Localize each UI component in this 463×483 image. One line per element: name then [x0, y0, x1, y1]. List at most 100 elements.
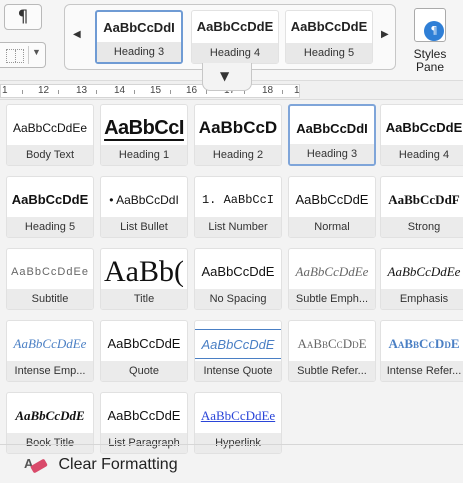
ruler-number: 14 — [114, 85, 126, 96]
style-sample: AaBb( — [104, 257, 184, 287]
style-list-bullet[interactable]: • AaBbCcDdI List Bullet — [100, 176, 188, 238]
style-subtitle[interactable]: AaBbCcDdEe Subtitle — [6, 248, 94, 310]
style-label: Book Title — [7, 433, 93, 453]
style-sample: AaBbCcDdE — [295, 192, 369, 207]
borders-icon — [6, 49, 24, 63]
style-label: Subtle Emph... — [289, 289, 375, 309]
ruler-tick — [134, 90, 135, 94]
chevron-down-icon[interactable]: ▼ — [32, 47, 41, 57]
ruler-tick — [96, 90, 97, 94]
style-subtle-refer[interactable]: AaBbCcDdE Subtle Refer... — [288, 320, 376, 382]
style-sample: AaBbCcDdF — [388, 192, 460, 207]
styles-grid: AaBbCcDdEe Body Text AaBbCcI Heading 1 AaBbC… — [0, 104, 463, 454]
style-body-text[interactable]: AaBbCcDdEe Body Text — [6, 104, 94, 166]
style-normal[interactable]: AaBbCcDdE Normal — [288, 176, 376, 238]
style-sample: AaBbCcDdE — [297, 336, 367, 351]
style-sample: AaBbCcDdI — [296, 121, 368, 136]
style-sample: AaBbCcDdE — [201, 264, 275, 279]
style-title[interactable]: AaBb(Title — [100, 248, 188, 310]
style-sample: AaBbCcI — [104, 117, 184, 139]
style-intense-emp[interactable]: AaBbCcDdEe Intense Emp... — [6, 320, 94, 382]
style-quote[interactable]: AaBbCcDdE Quote — [100, 320, 188, 382]
gallery-expand-tab[interactable]: ▼ — [202, 63, 252, 91]
gallery-style-heading-3[interactable]: AaBbCcDdI Heading 3 — [95, 10, 183, 64]
style-label: Heading 5 — [7, 217, 93, 237]
ruler-number: 12 — [38, 85, 50, 96]
style-heading-3[interactable]: AaBbCcDdI Heading 3 — [288, 104, 376, 166]
style-heading-4[interactable]: AaBbCcDdE Heading 4 — [380, 104, 463, 166]
style-label: List Number — [195, 217, 281, 237]
clear-formatting-button[interactable]: A Clear Formatting — [24, 454, 178, 476]
show-formatting-button[interactable]: ¶ — [4, 4, 42, 30]
style-sample: 1. AaBbCcI — [201, 193, 274, 207]
style-strong[interactable]: AaBbCcDdF Strong — [380, 176, 463, 238]
style-label: Subtle Refer... — [289, 361, 375, 381]
style-sample: AaBbCcDdEe — [387, 264, 461, 279]
clear-formatting-label: Clear Formatting — [58, 456, 178, 473]
gallery-style-heading-4[interactable]: AaBbCcDdE Heading 4 — [191, 10, 279, 64]
ruler-tick — [170, 90, 171, 94]
style-label: Heading 3 — [97, 42, 181, 62]
gallery-prev-icon[interactable]: ◀ — [73, 29, 81, 40]
style-label: Title — [101, 289, 187, 309]
style-label: Emphasis — [381, 289, 463, 309]
style-sample: AaBbCcDdEe — [295, 264, 369, 279]
pilcrow-icon: ¶ — [17, 7, 29, 27]
style-label: Intense Quote — [195, 361, 281, 381]
style-emphasis[interactable]: AaBbCcDdEe Emphasis — [380, 248, 463, 310]
styles-gallery: ◀ AaBbCcDdI Heading 3 AaBbCcDdE Heading … — [64, 4, 396, 70]
style-label: Subtitle — [7, 289, 93, 309]
style-sample: AaBbCcDdI — [103, 20, 175, 35]
style-sample: AaBbCcDdE — [196, 19, 274, 34]
style-heading-5[interactable]: AaBbCcDdE Heading 5 — [6, 176, 94, 238]
ruler-number: 16 — [186, 85, 198, 96]
ruler-tick — [282, 90, 283, 94]
style-intense-refer[interactable]: AaBbCcDdE Intense Refer... — [380, 320, 463, 382]
style-label: Heading 5 — [286, 43, 372, 63]
eraser-icon: A — [24, 456, 48, 474]
style-label: Heading 3 — [290, 144, 374, 164]
style-subtle-emph[interactable]: AaBbCcDdEe Subtle Emph... — [288, 248, 376, 310]
styles-pane-icon: ¶ — [414, 8, 446, 42]
style-label: Intense Refer... — [381, 361, 463, 381]
style-label: Heading 1 — [101, 145, 187, 165]
style-sample: AaBbCcDdEe — [200, 408, 276, 423]
style-sample: AaBbCcDdEe — [12, 121, 88, 135]
style-label: Intense Emp... — [7, 361, 93, 381]
style-no-spacing[interactable]: AaBbCcDdE No Spacing — [194, 248, 282, 310]
divider — [0, 444, 463, 445]
ruler-tick — [58, 90, 59, 94]
pilcrow-badge-icon: ¶ — [424, 21, 444, 41]
style-sample: AaBbCcDdE — [385, 120, 463, 135]
style-sample: AaBbCcDdE — [107, 408, 181, 423]
style-list-number[interactable]: 1. AaBbCcI List Number — [194, 176, 282, 238]
styles-pane-label: Styles Pane — [413, 47, 447, 74]
style-label: Heading 4 — [192, 43, 278, 63]
style-sample: AaBbCcDdE — [11, 192, 89, 207]
style-label: Strong — [381, 217, 463, 237]
ruler-number: 1 — [294, 85, 300, 96]
style-sample: AaBbCcDdE — [195, 329, 281, 359]
style-sample: AaBbCcDdE — [290, 19, 368, 34]
style-label: No Spacing — [195, 289, 281, 309]
style-label: Normal — [289, 217, 375, 237]
style-sample: AaBbCcDdE — [15, 408, 85, 423]
style-label: List Bullet — [101, 217, 187, 237]
style-sample: AaBbCcDdEe — [11, 266, 89, 278]
ruler-number: 13 — [76, 85, 88, 96]
style-heading-2[interactable]: AaBbCcD Heading 2 — [194, 104, 282, 166]
style-sample: • AaBbCcDdI — [109, 193, 179, 207]
style-sample: AaBbCcDdE — [107, 336, 181, 351]
gallery-next-icon[interactable]: ▶ — [381, 29, 389, 40]
borders-button[interactable]: ▼ — [0, 42, 46, 68]
borders-separator — [28, 46, 29, 64]
ruler-number: 1 — [2, 85, 8, 96]
style-label: Hyperlink — [195, 433, 281, 453]
style-sample: AaBbCcD — [198, 118, 278, 137]
styles-pane-button[interactable]: ¶ Styles Pane — [400, 4, 460, 76]
style-intense-quote[interactable]: AaBbCcDdE Intense Quote — [194, 320, 282, 382]
gallery-style-heading-5[interactable]: AaBbCcDdE Heading 5 — [285, 10, 373, 64]
style-heading-1[interactable]: AaBbCcI Heading 1 — [100, 104, 188, 166]
ruler-number: 15 — [150, 85, 162, 96]
style-sample: AaBbCcDdEe — [13, 336, 87, 351]
